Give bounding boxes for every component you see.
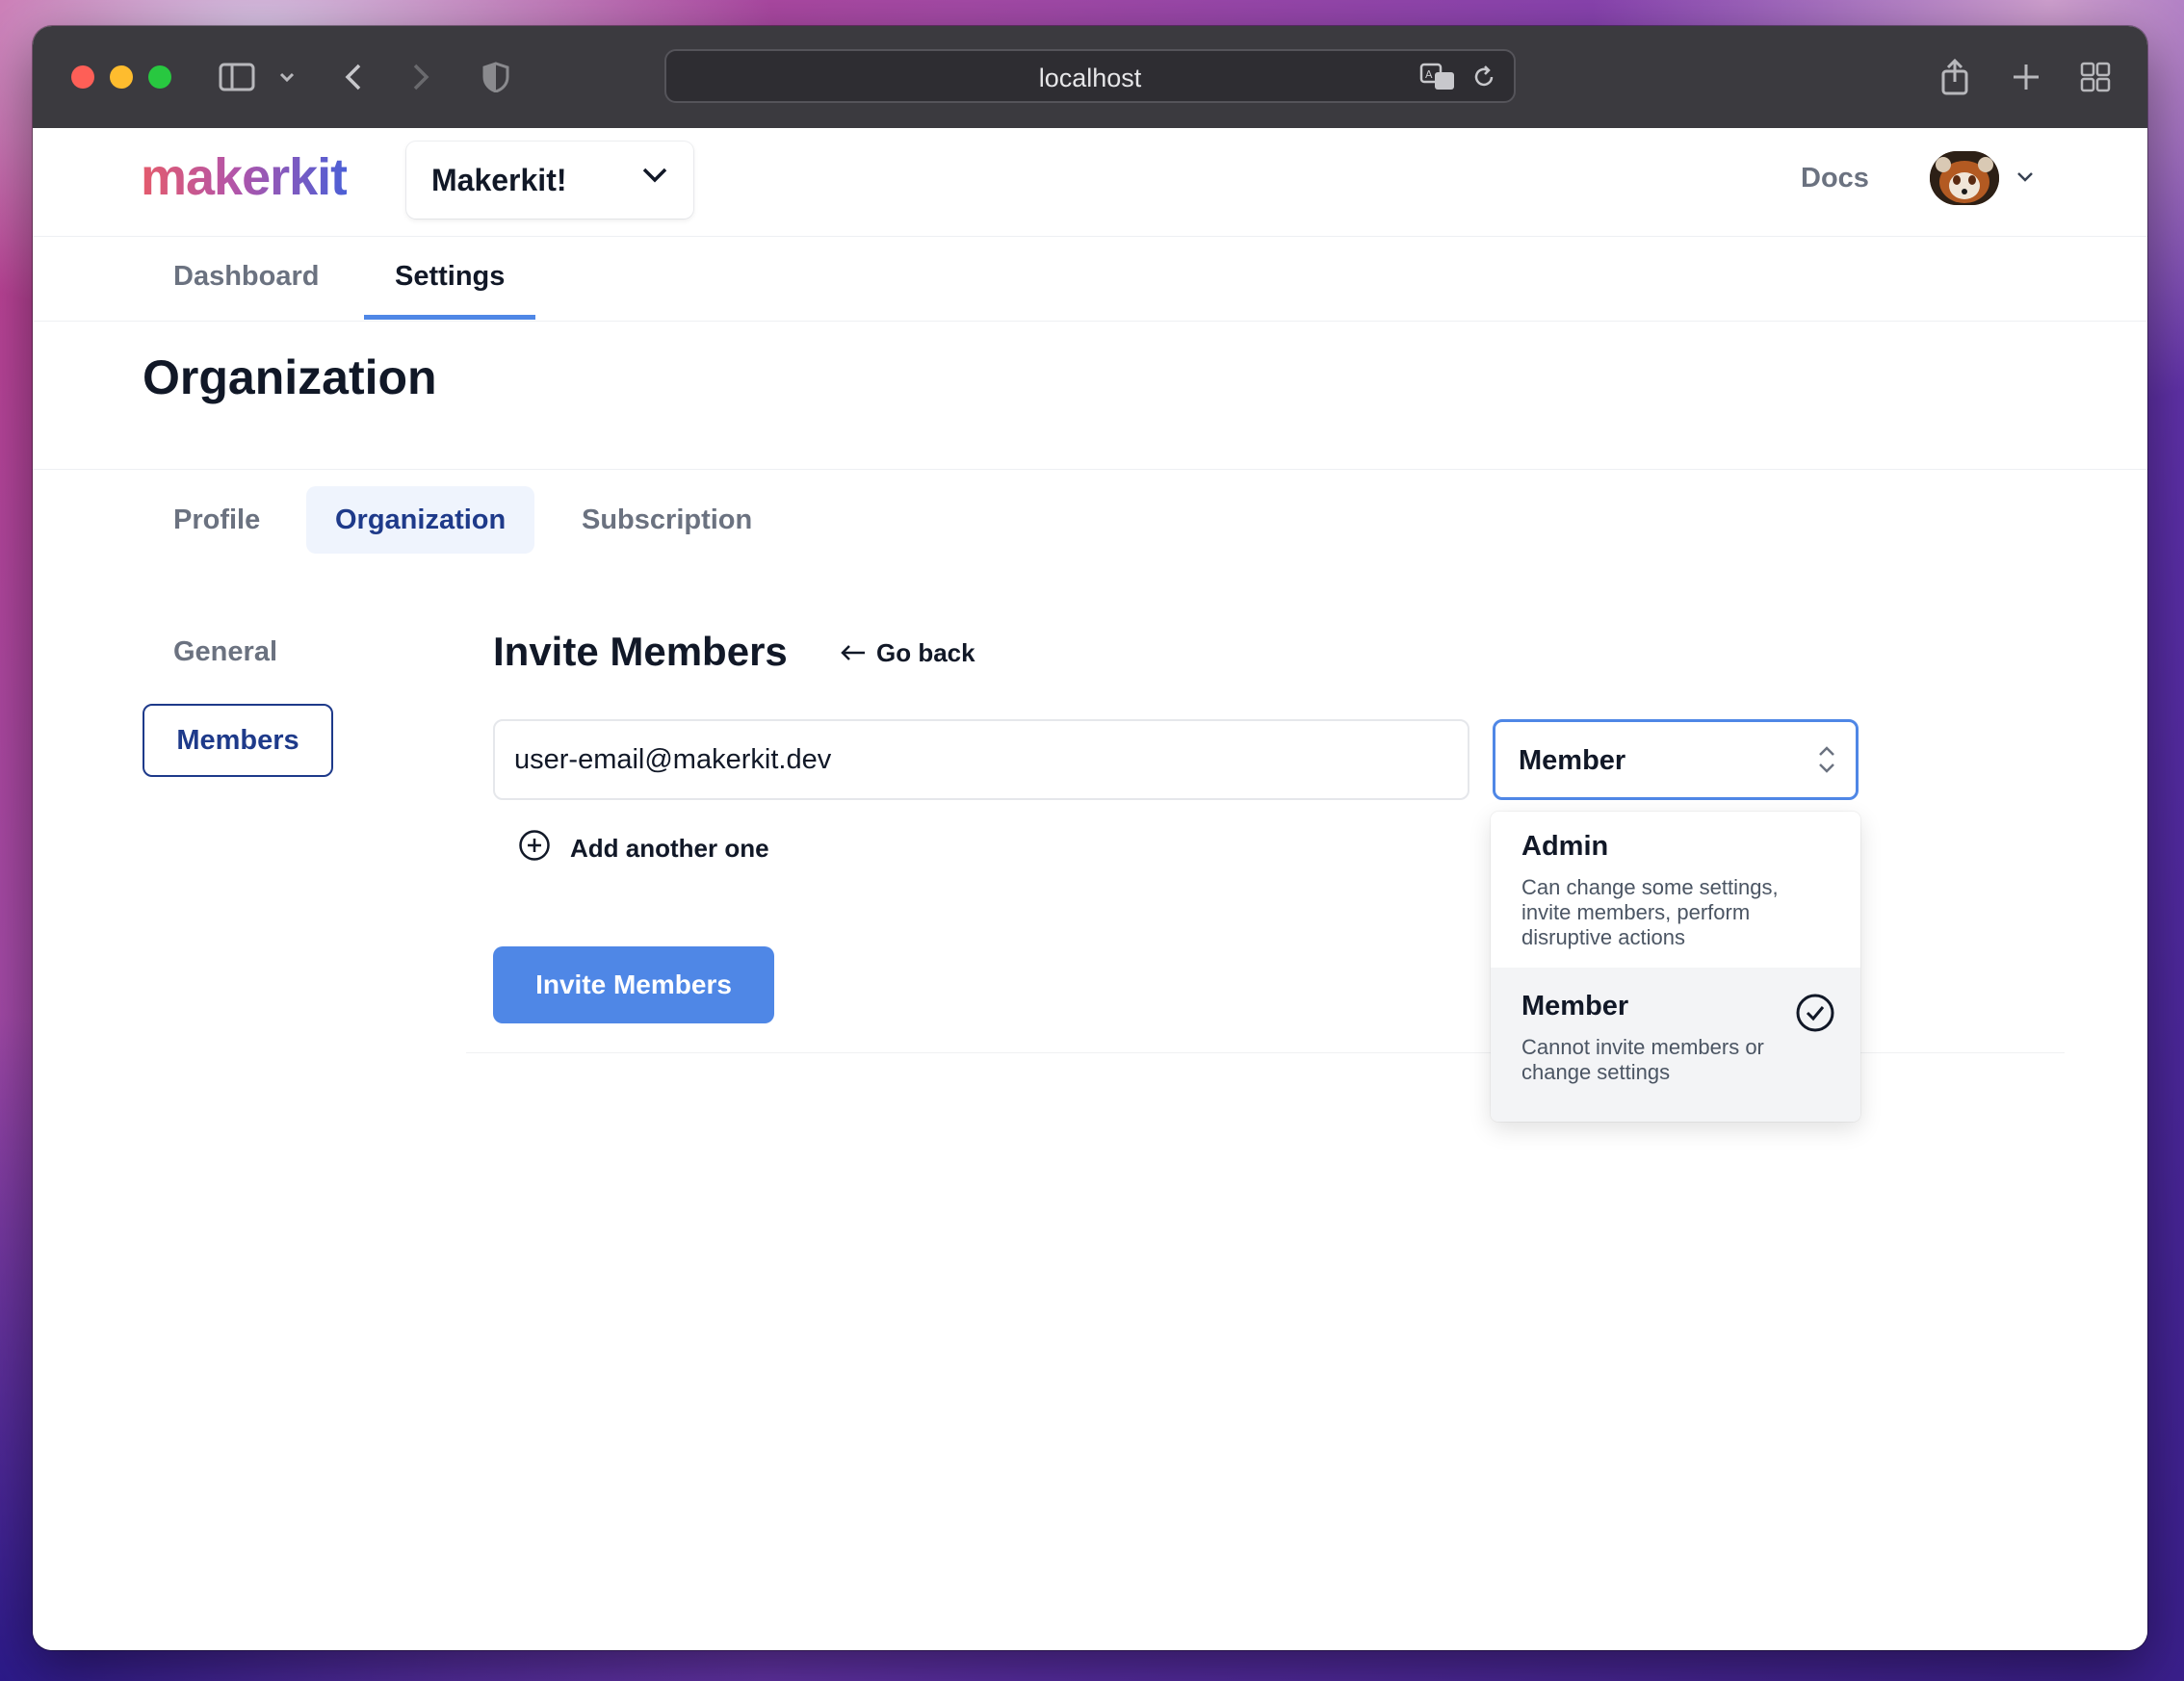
sidebar-toggle-icon[interactable] [218, 55, 256, 99]
chevron-down-icon [641, 167, 668, 189]
close-window-button[interactable] [71, 65, 94, 89]
subtab-profile[interactable]: Profile [144, 486, 289, 554]
role-dropdown-menu: Admin Can change some settings, invite m… [1491, 812, 1860, 1122]
svg-text:A: A [1425, 68, 1433, 81]
docs-link[interactable]: Docs [1801, 163, 1869, 194]
role-select[interactable]: Member [1493, 719, 1859, 800]
go-back-label: Go back [876, 638, 975, 667]
new-tab-icon[interactable] [2009, 55, 2043, 99]
role-option-description: Can change some settings, invite members… [1521, 875, 1779, 949]
minimize-window-button[interactable] [110, 65, 133, 89]
go-back-link[interactable]: Go back [840, 638, 975, 668]
role-option-title: Member [1521, 991, 1629, 1022]
main-tabs: Dashboard Settings [33, 236, 2147, 322]
organization-switcher[interactable]: Makerkit! [406, 142, 693, 219]
chevron-down-icon[interactable] [275, 55, 299, 99]
sidebar-item-members[interactable]: Members [143, 704, 333, 777]
reload-icon[interactable] [1471, 65, 1496, 94]
share-icon[interactable] [1937, 55, 1972, 99]
check-circle-icon [1795, 993, 1835, 1038]
email-field[interactable] [493, 719, 1469, 800]
tab-settings[interactable]: Settings [395, 261, 505, 293]
role-option-member[interactable]: Member Cannot invite members or change s… [1491, 968, 1860, 1122]
zoom-window-button[interactable] [148, 65, 171, 89]
section-title: Invite Members [493, 629, 788, 674]
url-text: localhost [1038, 64, 1142, 92]
add-another-button[interactable]: Add another one [518, 829, 769, 868]
arrow-left-icon [840, 638, 867, 668]
translate-icon[interactable]: A [1419, 63, 1456, 96]
avatar[interactable] [1930, 151, 1999, 205]
chevron-up-down-icon [1817, 743, 1836, 781]
browser-toolbar: localhost A [33, 26, 2147, 129]
chevron-down-icon[interactable] [2016, 170, 2034, 188]
active-tab-indicator [364, 315, 535, 320]
invite-members-button[interactable]: Invite Members [493, 946, 774, 1023]
role-select-value: Member [1519, 745, 1626, 776]
browser-window: localhost A makerkit Makerkit! Docs Dash… [33, 26, 2147, 1650]
role-option-title: Admin [1521, 831, 1609, 862]
back-icon[interactable] [339, 55, 368, 99]
address-bar[interactable]: localhost A [664, 49, 1516, 103]
add-another-label: Add another one [570, 834, 769, 863]
role-option-description: Cannot invite members or change settings [1521, 1035, 1764, 1084]
tab-overview-icon[interactable] [2078, 55, 2113, 99]
role-option-admin[interactable]: Admin Can change some settings, invite m… [1491, 812, 1860, 968]
subtab-organization[interactable]: Organization [306, 486, 535, 554]
top-navigation: makerkit Makerkit! Docs [33, 128, 2147, 237]
divider [33, 469, 2147, 470]
shield-icon[interactable] [480, 55, 512, 99]
tab-dashboard[interactable]: Dashboard [173, 261, 319, 293]
app-page: makerkit Makerkit! Docs Dashboard Settin… [33, 128, 2147, 1650]
plus-circle-icon [518, 829, 551, 868]
subtab-subscription[interactable]: Subscription [553, 486, 781, 554]
sidebar-item-general[interactable]: General [173, 636, 277, 668]
page-title: Organization [143, 350, 437, 404]
organization-name: Makerkit! [431, 163, 567, 197]
makerkit-logo[interactable]: makerkit [141, 147, 348, 207]
forward-icon[interactable] [406, 55, 435, 99]
